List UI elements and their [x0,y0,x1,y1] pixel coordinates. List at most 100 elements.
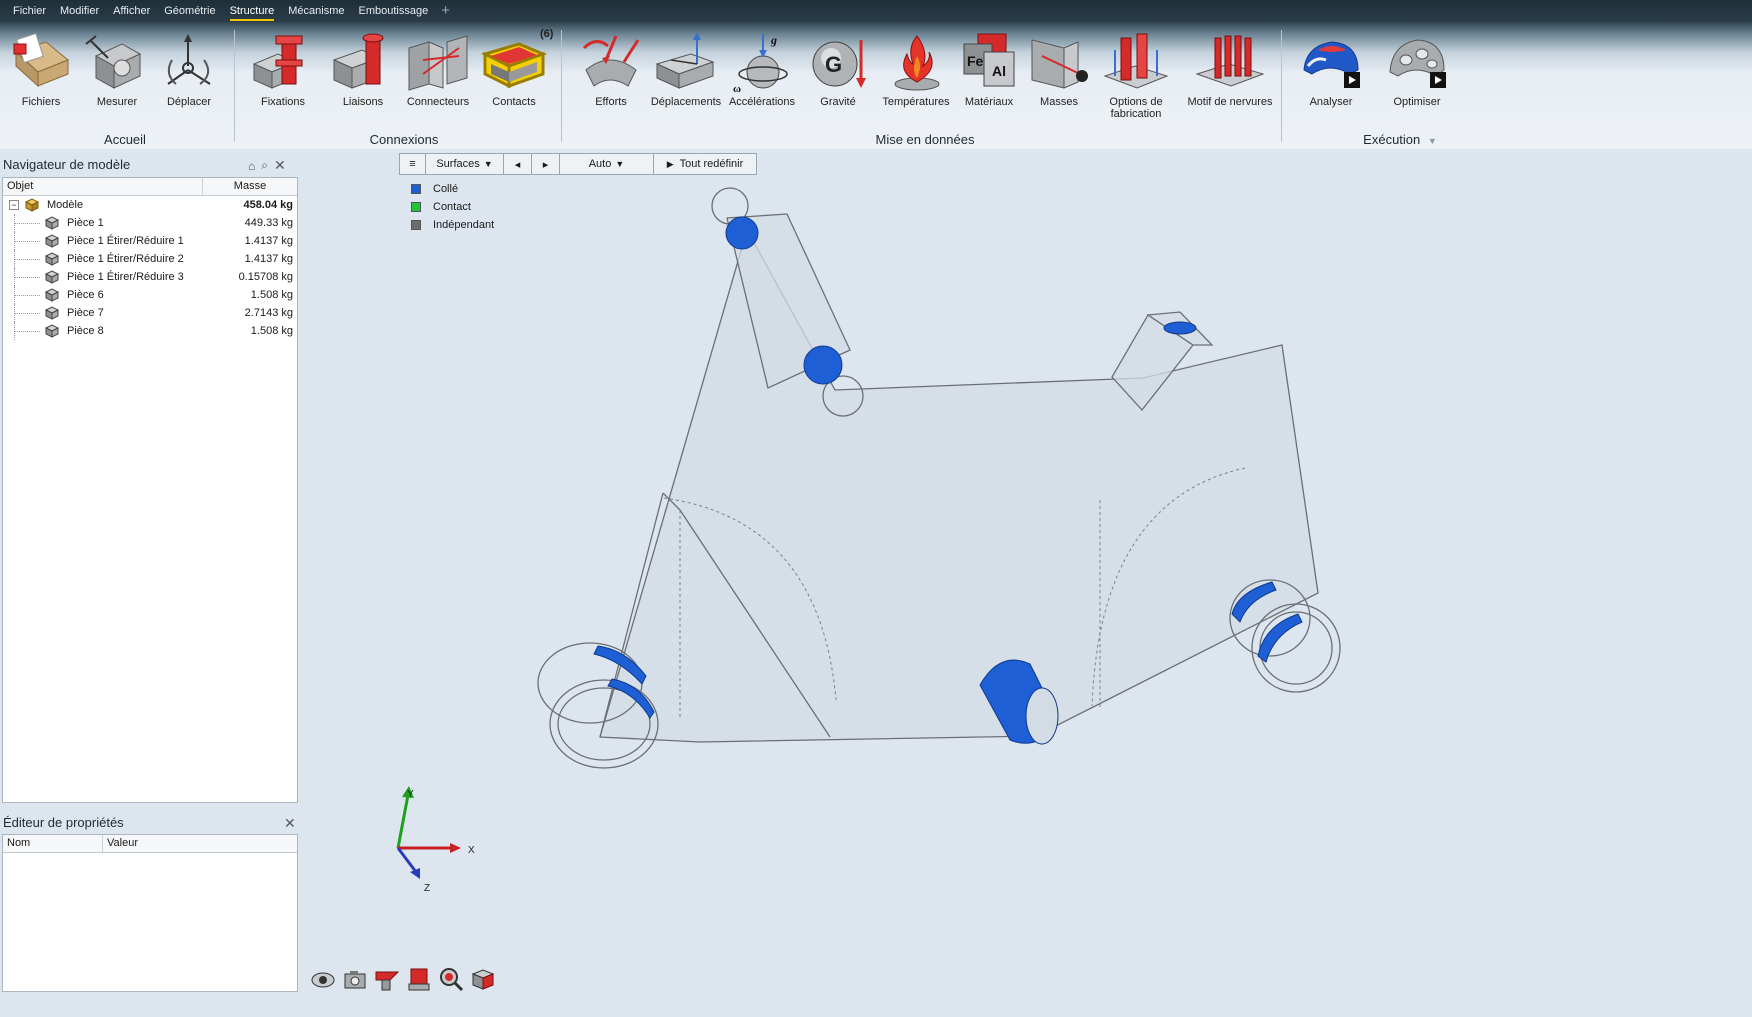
view-plane-icon[interactable] [406,966,432,992]
tree-row[interactable]: Pièce 1 Étirer/Réduire 3 0.15708 kg [3,268,297,286]
motif-nervures-label: Motif de nervures [1187,96,1273,108]
3d-view-icon[interactable] [470,966,496,992]
group-execution[interactable]: Exécution ▼ [1340,132,1460,147]
tree-row[interactable]: Pièce 8 1.508 kg [3,322,297,340]
fichiers-label: Fichiers [21,96,61,108]
part-name: Pièce 8 [67,325,104,337]
mesurer-button[interactable]: Mesurer [78,30,156,108]
col-mass[interactable]: Masse [203,178,297,195]
part-name: Pièce 1 [67,217,104,229]
accelerations-icon: g ω [733,33,788,94]
tree-guide-line [14,223,40,224]
camera-icon[interactable] [342,966,368,992]
search-icon[interactable]: ⌕ [261,158,268,173]
frame-model [599,213,1319,743]
3d-viewport[interactable]: Y X Z [310,150,1752,1017]
contacts-button[interactable]: Contacts [475,30,553,108]
deplacements-label: Déplacements [650,96,722,108]
connecteurs-button[interactable]: Connecteurs [399,30,477,108]
temperatures-icon [894,35,940,91]
liaisons-button[interactable]: Liaisons [324,30,402,108]
menu-geometrie[interactable]: Géométrie [157,0,222,22]
glued-surface-right-tab[interactable] [1163,321,1197,335]
part-icon [45,234,59,248]
fasteners-icon [252,35,303,89]
collapse-toggle-icon[interactable]: − [9,200,19,210]
analyze-icon [1303,41,1360,88]
mesurer-label: Mesurer [96,96,138,108]
next-icon[interactable]: ▸ [532,154,560,174]
zoom-icon[interactable] [438,966,464,992]
gravity-icon: G [812,40,866,88]
temperatures-label: Températures [882,96,950,108]
surfaces-dropdown[interactable]: Surfaces ▼ [426,154,504,174]
liaisons-label: Liaisons [342,96,384,108]
execution-dropdown-icon[interactable]: ▼ [1428,136,1437,146]
options-fabrication-button[interactable]: Options de fabrication [1097,30,1175,120]
temperatures-button[interactable]: Températures [877,30,955,108]
part-name: Pièce 1 Étirer/Réduire 2 [67,253,184,265]
pin-icon[interactable]: ⌂ [248,159,255,173]
part-mass: 0.15708 kg [238,271,293,283]
section-plane-icon[interactable] [374,966,400,992]
optimiser-button[interactable]: Optimiser [1378,30,1456,108]
tree-guide-line [14,331,40,332]
main-plate[interactable] [599,228,1319,743]
menu-icon[interactable]: ≡ [400,154,426,174]
move-icon [167,34,211,85]
col-name[interactable]: Nom [3,835,103,852]
tree-row[interactable]: Pièce 1 449.33 kg [3,214,297,232]
close-icon[interactable]: ✕ [284,815,296,832]
loads-icon [582,35,640,87]
masses-button[interactable]: Masses [1020,30,1098,108]
deplacer-button[interactable]: Déplacer [150,30,228,108]
group-connexions-label: Connexions [369,132,439,147]
col-object[interactable]: Objet [3,178,203,195]
menu-fichier[interactable]: Fichier [6,0,53,22]
analyser-button[interactable]: Analyser [1292,30,1370,108]
legend-swatch-glued [411,184,421,194]
fixations-button[interactable]: Fixations [244,30,322,108]
gravite-button[interactable]: G Gravité [799,30,877,108]
viewport-toolbar: ≡ Surfaces ▼ ◂ ▸ Auto ▼ ▶ Tout redéfinir [399,153,757,175]
accelerations-label: Accélérations [728,96,796,108]
tree-rows: − Modèle 458.04 kg Pièce 1 449.33 kg Pièce… [3,196,297,340]
fichiers-button[interactable]: Fichiers [2,30,80,108]
add-tab-icon[interactable]: + [435,0,456,22]
auto-dropdown-label: Auto [588,158,612,170]
glued-surface-top[interactable] [725,216,759,250]
tree-row[interactable]: Pièce 7 2.7143 kg [3,304,297,322]
menu-bar: Fichier Modifier Afficher Géométrie Stru… [0,0,1752,22]
tree-guide-line [14,277,40,278]
tree-row[interactable]: Pièce 6 1.508 kg [3,286,297,304]
part-name: Pièce 7 [67,307,104,319]
contacts-icon [480,42,548,89]
previous-icon[interactable]: ◂ [504,154,532,174]
materiaux-button[interactable]: Fe Al Matériaux [950,30,1028,108]
eye-icon[interactable] [310,966,336,992]
legend-label-independent: Indépendant [433,219,495,231]
tree-row[interactable]: Pièce 1 Étirer/Réduire 1 1.4137 kg [3,232,297,250]
part-mass: 449.33 kg [244,217,293,229]
menu-mecanisme[interactable]: Mécanisme [281,0,351,22]
col-value[interactable]: Valeur [103,835,297,852]
accelerations-button[interactable]: g ω Accélérations [723,30,801,108]
menu-modifier[interactable]: Modifier [53,0,106,22]
menu-afficher[interactable]: Afficher [106,0,157,22]
close-icon[interactable]: ✕ [274,157,286,174]
glued-surface-mid[interactable] [803,345,843,385]
deplacements-button[interactable]: Déplacements [647,30,725,108]
x-axis-label: X [468,845,475,856]
properties-table: Nom Valeur [2,834,298,992]
reset-all-button[interactable]: ▶ Tout redéfinir [654,154,756,174]
tree-row[interactable]: Pièce 1 Étirer/Réduire 2 1.4137 kg [3,250,297,268]
efforts-button[interactable]: Efforts [572,30,650,108]
menu-structure[interactable]: Structure [223,0,282,22]
model-tree: Objet Masse − Modèle 458.04 kg Pièce 1 44… [2,177,298,803]
root-mass: 458.04 kg [243,199,293,211]
menu-emboutissage[interactable]: Emboutissage [351,0,435,22]
legend-glued: Collé [411,183,458,195]
motif-nervures-button[interactable]: Motif de nervures [1182,30,1278,108]
tree-row-root[interactable]: − Modèle 458.04 kg [3,196,297,214]
auto-dropdown[interactable]: Auto ▼ [560,154,654,174]
